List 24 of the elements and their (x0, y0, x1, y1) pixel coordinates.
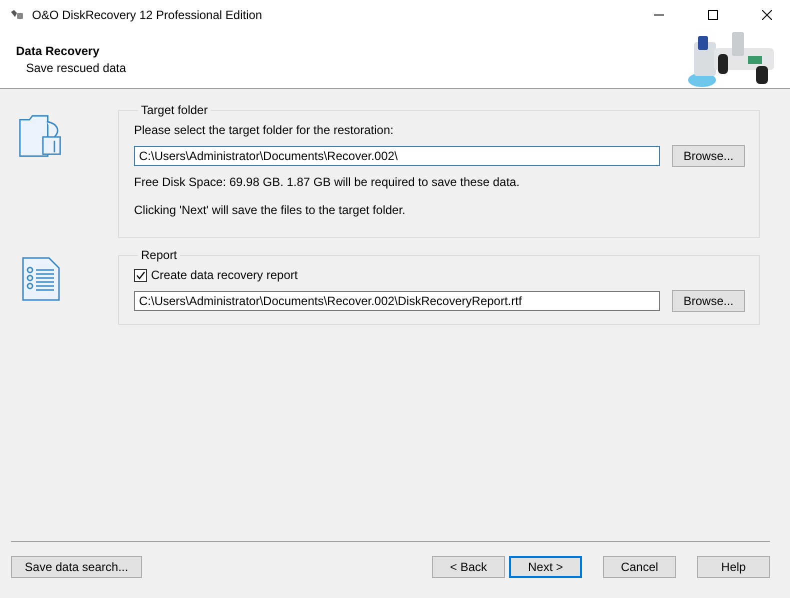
info-text: Clicking 'Next' will save the files to the target folder. (134, 203, 406, 217)
document-list-icon (21, 256, 61, 302)
checkbox-label[interactable]: Create data recovery report (151, 268, 298, 282)
group-title: Report (140, 248, 178, 262)
dialog-button[interactable]: < Back (432, 556, 505, 578)
group-title: Target folder (140, 103, 209, 117)
dialog-button[interactable]: Next > (509, 556, 582, 578)
dialog-button[interactable]: Cancel (603, 556, 676, 578)
instruction-text: Please select the target folder for the restoration: (134, 123, 394, 137)
browse-button[interactable]: Browse... (672, 145, 745, 167)
checkbox[interactable] (134, 268, 147, 282)
checkmark-icon (135, 270, 146, 280)
dialog-button[interactable]: Help (697, 556, 770, 578)
browse-button[interactable]: Browse... (672, 290, 745, 312)
app-icon (10, 9, 24, 21)
header-subtitle: Save rescued data (25, 61, 126, 75)
header-title: Data Recovery (16, 44, 100, 58)
maximize-icon (708, 10, 718, 20)
window-title: O&O DiskRecovery 12 Professional Edition (32, 8, 264, 22)
close-icon (762, 10, 772, 20)
target-path-field[interactable]: C:\Users\Administrator\Documents\Recover.002\ (134, 146, 660, 166)
free-space-text: Free Disk Space: 69.98 GB. 1.87 GB will be required to save these data. (134, 175, 521, 189)
report-path-field[interactable]: C:\Users\Administrator\Documents\Recover.002\DiskRecoveryReport.rtf (134, 291, 660, 311)
save-search-button[interactable]: Save data search... (11, 556, 142, 578)
